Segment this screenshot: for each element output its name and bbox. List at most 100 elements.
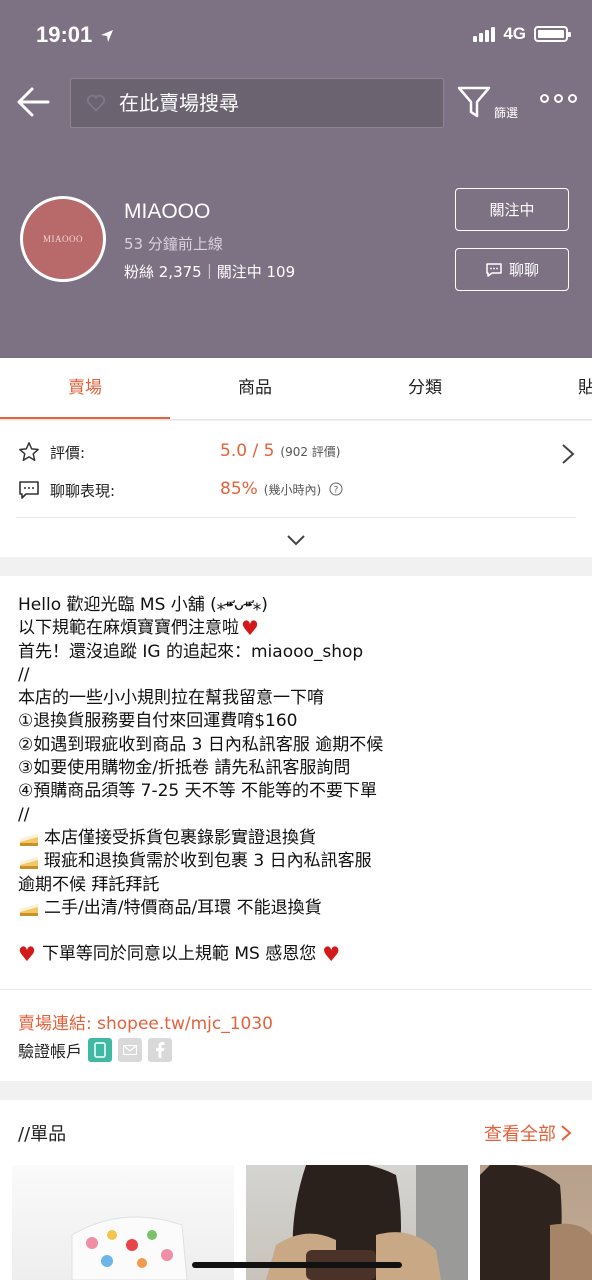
more-dot-icon (554, 94, 563, 103)
tab-products[interactable]: 商品 (170, 358, 340, 419)
tab-shop[interactable]: 賣場 (0, 358, 170, 419)
rating-row[interactable]: 評價: (18, 437, 85, 467)
rating-value: 5.0 / 5 (220, 441, 275, 461)
description-line: 逾期不候 拜託拜託 (18, 874, 578, 897)
status-indicators: 4G (473, 24, 571, 44)
online-status: 53 分鐘前上線 (124, 235, 223, 253)
line-text: ④預購商品須等 7-25 天不等 不能等的不要下單 (18, 781, 378, 802)
shop-tabs: 賣場 商品 分類 貼文 (0, 358, 592, 420)
description-line: 本店僅接受拆貨包裹錄影實證退換貨 (18, 827, 578, 850)
description-line: ①退換貨服務要自付來回運費唷$160 (18, 710, 578, 733)
line-text: 二手/出清/特價商品/耳環 不能退換貨 (44, 897, 322, 918)
chat-performance-label: 聊聊表現: (50, 481, 116, 500)
line-text: 本店的一些小小規則拉在幫我留意一下唷 (18, 688, 324, 709)
line-text: Hello 歡迎光臨 MS 小舖 (⁎⁍̴̛ᴗ⁍̴̛⁎) (18, 595, 268, 615)
status-time: 19:01 (36, 22, 114, 48)
line-text: ①退換貨服務要自付來回運費唷$160 (18, 711, 298, 732)
more-dot-icon (568, 94, 577, 103)
signal-icon (473, 26, 496, 42)
description-line: ♥ 下單等同於同意以上規範 MS 感恩您 ♥ (18, 942, 578, 967)
shop-description: Hello 歡迎光臨 MS 小舖 (⁎⁍̴̛ᴗ⁍̴̛⁎) 以下規範在麻煩寶寶們注… (0, 576, 592, 1081)
filter-button[interactable]: 篩選 (456, 84, 526, 124)
network-label: 4G (503, 24, 526, 43)
line-text: ③如要使用購物金/折抵卷 請先私訊客服詢問 (18, 758, 351, 779)
shop-search-bar[interactable] (70, 78, 444, 128)
red-heart-icon: ♥ (322, 942, 341, 967)
home-indicator[interactable] (192, 1262, 402, 1268)
back-arrow-icon (17, 87, 50, 117)
email-icon (118, 1038, 143, 1062)
chat-performance-row: 聊聊表現: (18, 475, 115, 505)
heart-outline-icon (86, 94, 106, 112)
shop-name: MIAOOO (124, 200, 211, 223)
time-text: 19:01 (36, 22, 93, 47)
more-options-button[interactable] (540, 94, 577, 103)
phone-verified-icon (88, 1038, 113, 1062)
chat-button[interactable]: 聊聊 (455, 248, 569, 291)
tab-categories[interactable]: 分類 (340, 358, 510, 419)
line-text: 逾期不候 拜託拜託 (18, 874, 160, 895)
filter-icon (457, 86, 491, 118)
red-heart-icon: ♥ (241, 616, 259, 641)
description-line: ②如遇到瑕疵收到商品 3 日內私訊客服 逾期不候 (18, 734, 578, 757)
shop-header: 19:01 4G 篩選 MIAOOO MIAOOO 53 分鐘前上線 粉絲 2,… (0, 0, 592, 358)
shop-stats: 粉絲 2,375｜關注中 109 (124, 263, 296, 281)
chat-performance-sub: (幾小時內) (263, 483, 322, 497)
description-line: 以下規範在麻煩寶寶們注意啦 ♥ (18, 616, 578, 641)
chat-bubble-icon (19, 481, 39, 499)
avatar-logo-text: MIAOOO (43, 234, 83, 244)
svg-text:?: ? (333, 486, 338, 496)
more-dot-icon (540, 94, 549, 103)
following-label: 關注中 (489, 201, 535, 219)
rating-value-group: 5.0 / 5 (902 評價) (220, 441, 340, 461)
chat-performance-value: 85% (220, 479, 258, 499)
red-heart-icon: ♥ (18, 942, 36, 967)
chat-performance-group: 85% (幾小時內) ? (220, 479, 343, 499)
see-all-link[interactable]: 查看全部 (484, 1120, 572, 1146)
cake-icon (20, 833, 38, 846)
products-section: //單品 查看全部 (0, 1100, 592, 1280)
ratings-section: 評價: 5.0 / 5 (902 評價) 聊聊表現: 85% (幾小時內) ? (0, 421, 592, 557)
status-bar: 19:01 4G (0, 0, 592, 70)
divider (0, 989, 592, 990)
tab-posts[interactable]: 貼文 (510, 358, 592, 419)
facebook-icon (148, 1038, 173, 1062)
chevron-right-icon[interactable] (560, 443, 576, 465)
chevron-down-icon[interactable] (286, 533, 306, 547)
line-text: 下單等同於同意以上規範 MS 感恩您 (41, 944, 317, 965)
chat-label: 聊聊 (508, 261, 539, 279)
line-text: // (18, 804, 30, 825)
description-line: 首先！還沒追蹤 IG 的追起來：miaooo_shop (18, 641, 578, 664)
star-icon (19, 442, 39, 461)
description-line: // (18, 804, 578, 827)
description-line: 二手/出清/特價商品/耳環 不能退換貨 (18, 897, 578, 920)
description-line: ④預購商品須等 7-25 天不等 不能等的不要下單 (18, 780, 578, 803)
description-line: Hello 歡迎光臨 MS 小舖 (⁎⁍̴̛ᴗ⁍̴̛⁎) (18, 594, 578, 617)
battery-icon (534, 26, 571, 42)
chevron-right-icon (561, 1125, 572, 1141)
cake-icon (20, 856, 38, 869)
search-input[interactable] (119, 91, 399, 115)
verify-label: 驗證帳戶 (18, 1042, 83, 1061)
rating-label: 評價: (50, 443, 86, 462)
back-button[interactable] (16, 84, 56, 124)
help-icon[interactable]: ? (329, 482, 343, 496)
location-arrow-icon (101, 30, 114, 43)
description-line: 本店的一些小小規則拉在幫我留意一下唷 (18, 687, 578, 710)
shop-avatar[interactable]: MIAOOO (20, 196, 106, 282)
products-title: //單品 (18, 1124, 67, 1145)
line-text: // (18, 664, 30, 685)
description-line (18, 920, 578, 943)
shop-link[interactable]: 賣場連結: shopee.tw/mjc_1030 (18, 1009, 273, 1034)
line-text: 瑕疵和退換貨需於收到包裹 3 日內私訊客服 (44, 851, 372, 872)
description-line: ③如要使用購物金/折抵卷 請先私訊客服詢問 (18, 757, 578, 780)
description-line: 瑕疵和退換貨需於收到包裹 3 日內私訊客服 (18, 850, 578, 873)
line-text: 本店僅接受拆貨包裹錄影實證退換貨 (44, 827, 316, 848)
line-text: ②如遇到瑕疵收到商品 3 日內私訊客服 逾期不候 (18, 734, 384, 755)
product-card[interactable] (480, 1165, 592, 1280)
description-text: Hello 歡迎光臨 MS 小舖 (⁎⁍̴̛ᴗ⁍̴̛⁎) 以下規範在麻煩寶寶們注… (18, 594, 578, 967)
following-button[interactable]: 關注中 (455, 188, 569, 231)
product-image (480, 1165, 592, 1280)
description-line: // (18, 664, 578, 687)
line-text: 首先！還沒追蹤 IG 的追起來：miaooo_shop (18, 641, 364, 662)
